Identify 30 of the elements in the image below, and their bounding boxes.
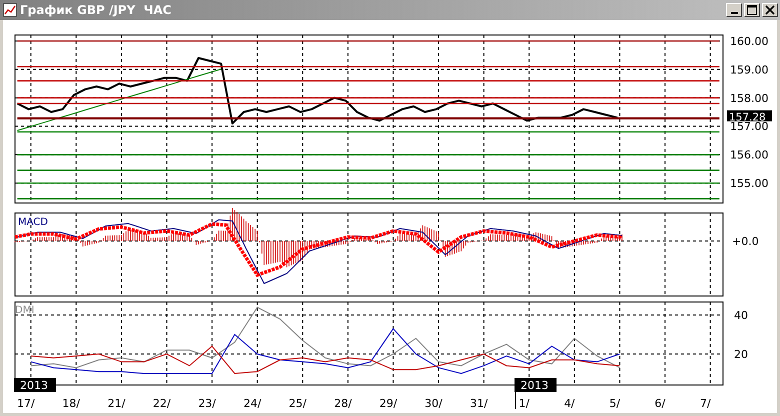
date-label: 25/ [288, 397, 306, 410]
date-label: 1/ [518, 397, 530, 410]
date-label: 22/ [152, 397, 171, 410]
date-label: 18/ [62, 397, 80, 410]
macd-title: MACD [18, 217, 48, 228]
date-label: 5/ [609, 397, 620, 410]
date-label: 24/ [244, 397, 262, 410]
price-axis-label: 155.00 [730, 177, 768, 190]
year-label: 2013 [514, 378, 557, 392]
dmi-title: DMI [15, 305, 34, 316]
date-label: 23/ [198, 397, 216, 410]
last-price-label: 157.28 [727, 110, 772, 124]
price-axis-label: 160.00 [730, 34, 768, 48]
date-label: 31/ [470, 397, 488, 410]
window-title: График GBP /JPY ЧАС [20, 3, 172, 17]
price-axis-label: 158.00 [730, 92, 768, 105]
price-axis-label: 159.00 [730, 63, 768, 76]
date-label: 6/ [654, 397, 666, 410]
date-label: 17/ [17, 397, 35, 410]
date-label: 30/ [424, 397, 442, 410]
date-label: 4/ [564, 397, 575, 410]
date-label: 7/ [700, 397, 711, 410]
price-axis-label: 156.00 [730, 148, 768, 162]
dmi-axis-label: 20 [734, 348, 748, 362]
year-label: 2013 [14, 378, 56, 392]
date-label: 29/ [379, 397, 398, 410]
dmi-axis-label: 40 [734, 309, 748, 322]
macd-axis-label: +0.0 [732, 235, 759, 248]
date-label: 28/ [334, 397, 352, 410]
date-label: 21/ [108, 397, 126, 410]
